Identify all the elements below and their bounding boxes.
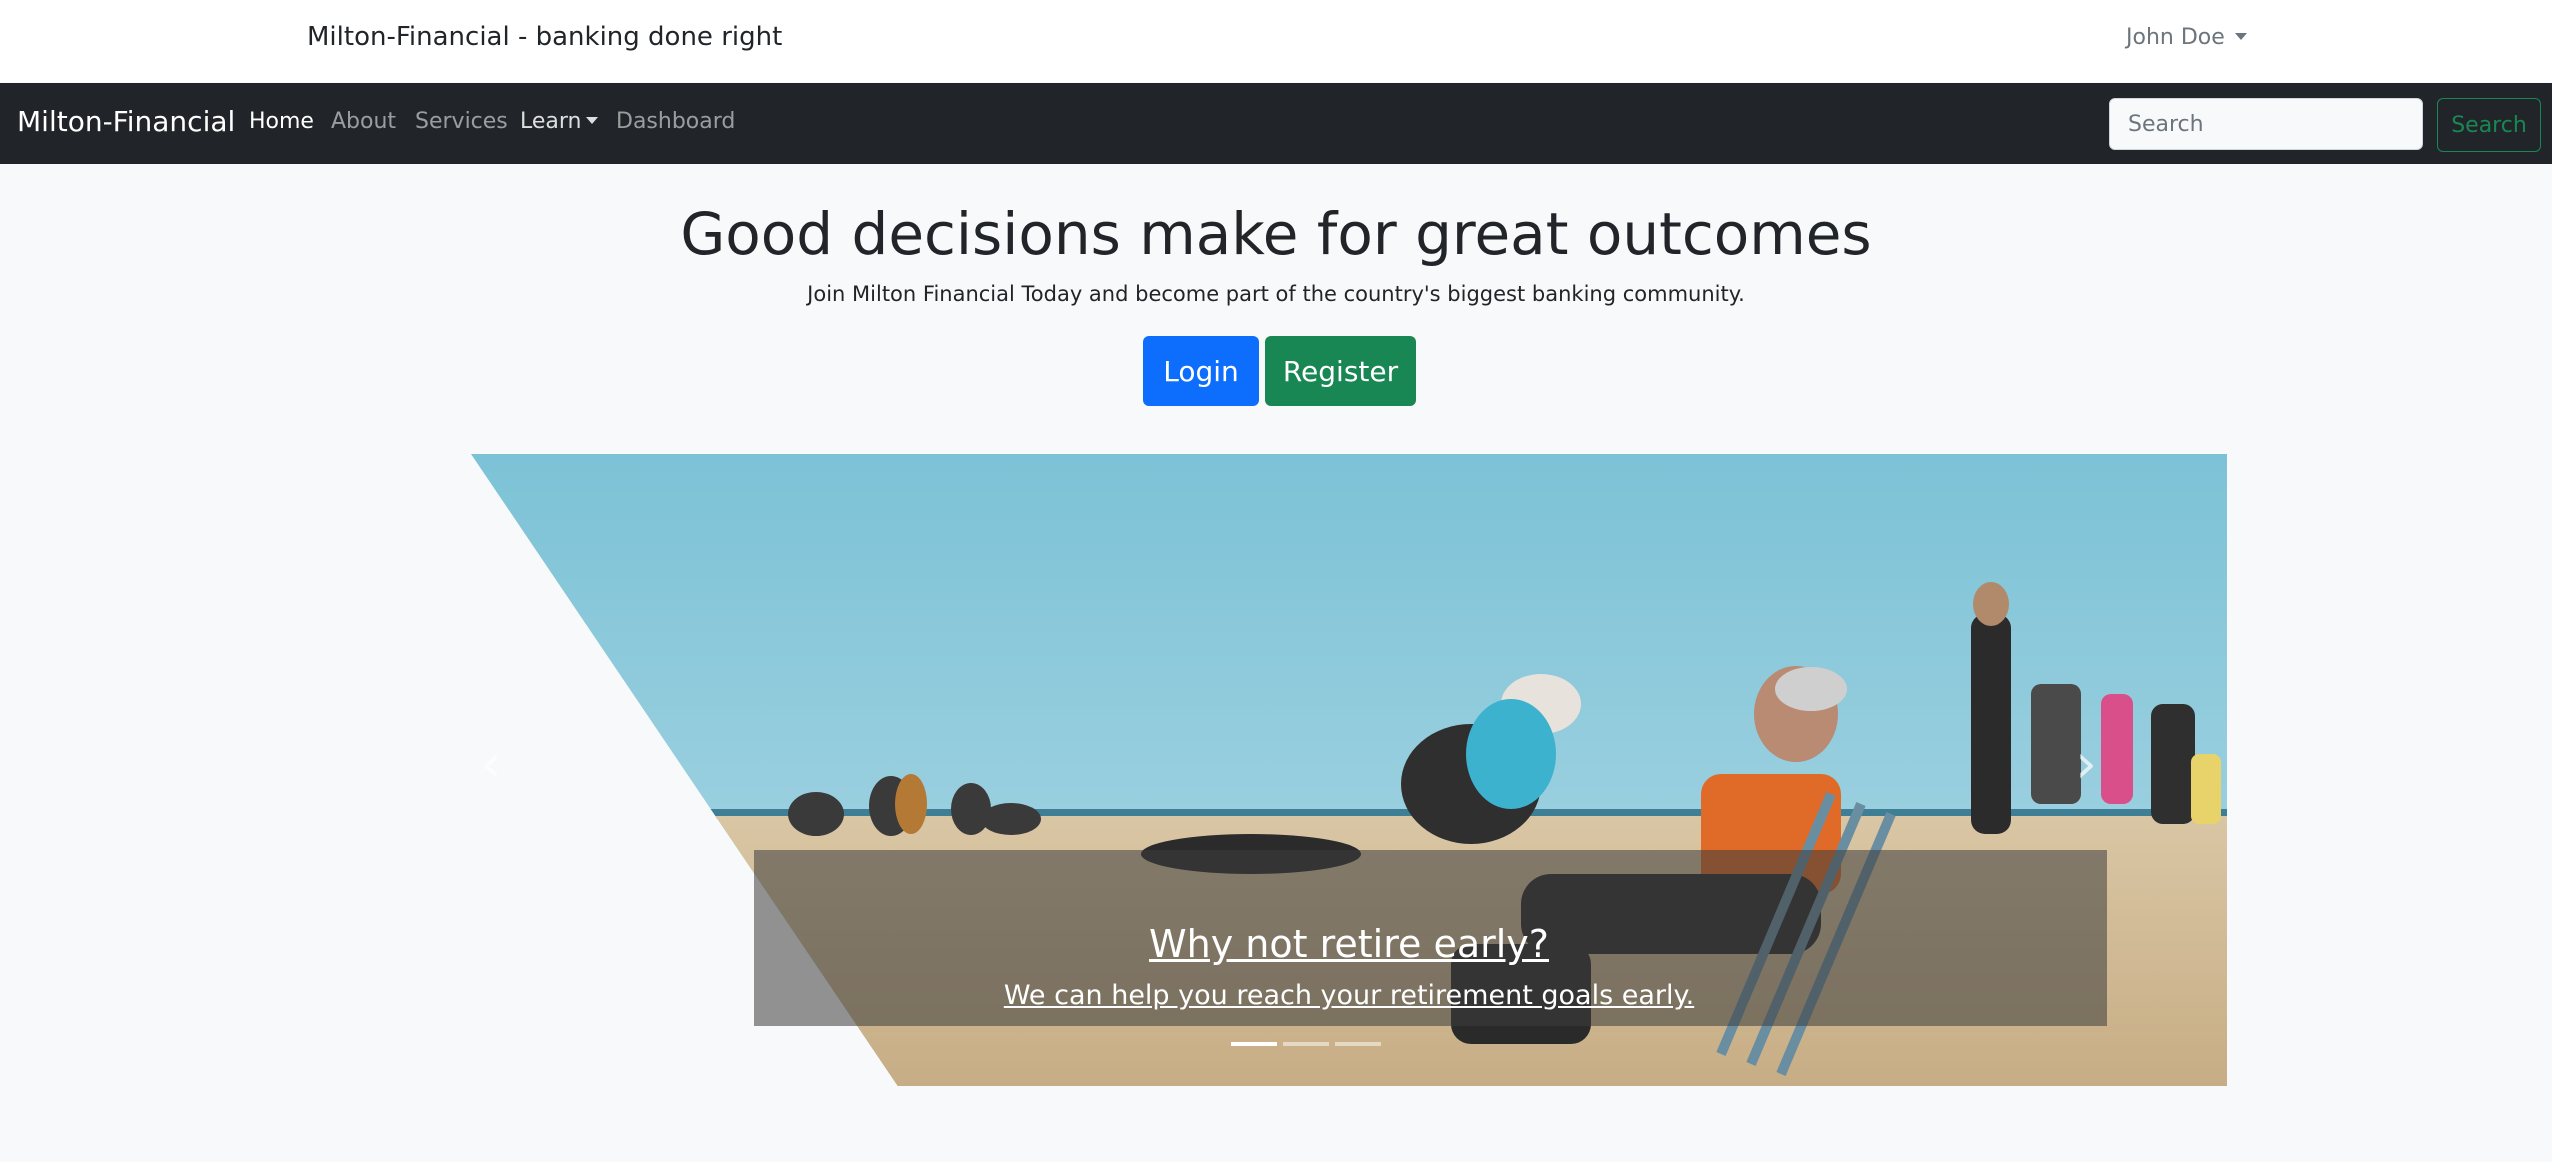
nav-item-home[interactable]: Home bbox=[249, 109, 314, 134]
nav-item-learn[interactable]: Learn bbox=[520, 109, 598, 134]
carousel-indicator[interactable] bbox=[1231, 1042, 1277, 1046]
hero-subtitle: Join Milton Financial Today and become p… bbox=[807, 282, 1745, 306]
nav-item-about[interactable]: About bbox=[331, 109, 396, 134]
hero-title: Good decisions make for great outcomes bbox=[680, 200, 1872, 268]
nav-item-learn-label: Learn bbox=[520, 109, 582, 134]
caret-down-icon bbox=[2234, 33, 2247, 40]
hero-carousel: Why not retire early? We can help you re… bbox=[471, 454, 2227, 1086]
register-button[interactable]: Register bbox=[1265, 336, 1416, 406]
carousel-indicator[interactable] bbox=[1335, 1042, 1381, 1046]
main-navbar: Milton-Financial Home About Services Lea… bbox=[0, 83, 2552, 164]
site-tagline: Milton-Financial - banking done right bbox=[307, 22, 783, 52]
nav-item-services[interactable]: Services bbox=[415, 109, 508, 134]
user-menu-dropdown[interactable]: John Doe bbox=[2126, 25, 2247, 50]
carousel-caption-title[interactable]: Why not retire early? bbox=[471, 922, 2227, 966]
navbar-brand[interactable]: Milton-Financial bbox=[17, 105, 235, 138]
search-input[interactable] bbox=[2109, 98, 2423, 150]
carousel-indicators bbox=[1231, 1042, 1381, 1046]
search-button[interactable]: Search bbox=[2437, 98, 2541, 152]
chevron-left-icon[interactable]: ‹ bbox=[471, 734, 511, 794]
user-name: John Doe bbox=[2126, 25, 2225, 50]
nav-item-dashboard[interactable]: Dashboard bbox=[616, 109, 735, 134]
carousel-indicator[interactable] bbox=[1283, 1042, 1329, 1046]
carousel-caption-text[interactable]: We can help you reach your retirement go… bbox=[471, 980, 2227, 1011]
login-button[interactable]: Login bbox=[1143, 336, 1259, 406]
chevron-right-icon[interactable]: › bbox=[2066, 734, 2106, 794]
top-header: Milton-Financial - banking done right Jo… bbox=[0, 0, 2552, 82]
caret-down-icon bbox=[585, 117, 598, 124]
